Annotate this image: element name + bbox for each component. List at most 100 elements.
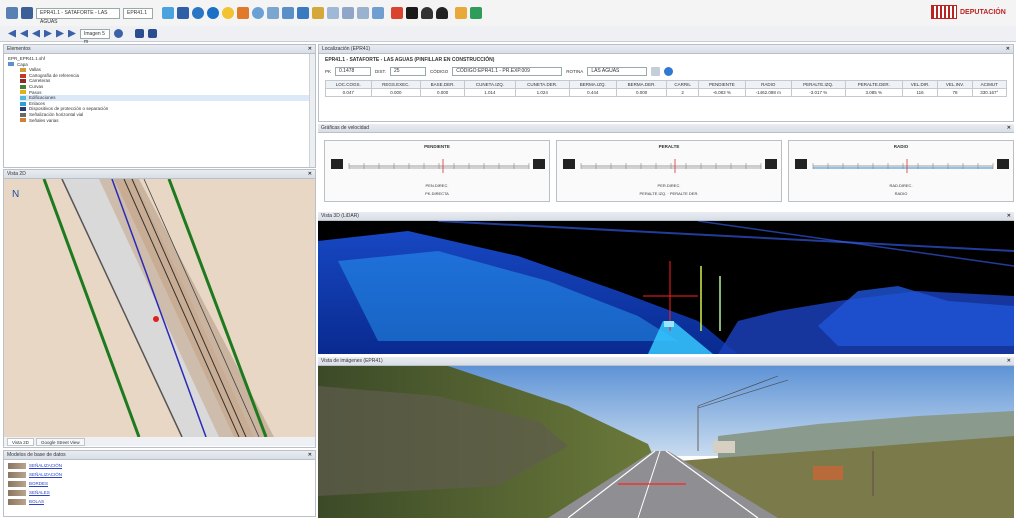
deputacion-logo: DEPUTACIÓN bbox=[931, 5, 1012, 19]
db-item-link[interactable]: SEÑALES bbox=[29, 490, 50, 495]
bulb-icon[interactable] bbox=[222, 7, 234, 19]
db-item-link[interactable]: SEÑALIZACIÓN bbox=[29, 472, 62, 477]
db-panel-header: Modelos de base de datos ✕ bbox=[4, 451, 315, 460]
layer-item[interactable]: Señales varias bbox=[20, 118, 311, 124]
search-icon[interactable] bbox=[651, 67, 661, 76]
table-view-icon[interactable] bbox=[135, 29, 144, 38]
close-icon[interactable]: ✕ bbox=[1007, 124, 1011, 133]
zoom-combo[interactable]: Imagen 5 m bbox=[80, 28, 110, 45]
pointer-icon[interactable] bbox=[267, 7, 279, 19]
house bbox=[813, 466, 843, 480]
location-panel-header: Localización (EPR41) ✕ bbox=[319, 45, 1013, 54]
map-panel-title: Vista 2D bbox=[7, 171, 26, 177]
street-photo[interactable] bbox=[318, 366, 1014, 518]
bag-icon[interactable] bbox=[391, 7, 403, 19]
close-icon[interactable]: ✕ bbox=[308, 45, 312, 54]
db-panel-title: Modelos de base de datos bbox=[7, 452, 66, 458]
graphs-panel-header: Gráficas de velocidad ✕ bbox=[318, 124, 1014, 133]
table-cell: -1462.088 m bbox=[744, 88, 792, 97]
db-item[interactable]: BOLAS bbox=[8, 497, 311, 506]
graph-footer: PER.DIREC. bbox=[657, 183, 681, 188]
dist-field[interactable]: 25 bbox=[390, 67, 427, 76]
line-icon[interactable] bbox=[312, 7, 324, 19]
pointcloud-panel-header: Vista 3D (LiDAR) ✕ bbox=[318, 212, 1014, 221]
logo-mark-icon bbox=[931, 5, 957, 19]
draw-icon[interactable] bbox=[342, 7, 354, 19]
map-canvas[interactable]: N bbox=[4, 179, 315, 437]
graph-canvas[interactable] bbox=[789, 149, 1015, 183]
user-icon[interactable] bbox=[436, 7, 448, 19]
folder-icon bbox=[8, 62, 14, 67]
close-icon[interactable]: ✕ bbox=[1006, 45, 1010, 54]
layers-scrollbar[interactable] bbox=[309, 54, 315, 167]
info-icon[interactable] bbox=[207, 7, 219, 19]
vehicle-marker[interactable] bbox=[153, 316, 159, 322]
select-icon[interactable] bbox=[282, 7, 294, 19]
person-icon[interactable] bbox=[421, 7, 433, 19]
close-icon[interactable]: ✕ bbox=[1007, 212, 1011, 221]
graph-panel: RADIO RAD.DIREC. RADIO bbox=[788, 140, 1014, 202]
right-marker-icon bbox=[997, 159, 1009, 169]
table-cell: 0.444 bbox=[568, 88, 617, 97]
db-item-link[interactable]: BORDES bbox=[29, 481, 48, 486]
table-header-cell: LOC.COGS. bbox=[325, 80, 372, 89]
last-icon[interactable] bbox=[68, 29, 76, 38]
layer-symbol-icon bbox=[20, 67, 26, 72]
route-icon[interactable] bbox=[406, 7, 418, 19]
prev-icon[interactable] bbox=[32, 29, 40, 38]
play-icon[interactable] bbox=[44, 29, 52, 38]
save-icon[interactable] bbox=[21, 7, 33, 19]
db-item-link[interactable]: SEÑALIZACIÓN bbox=[29, 463, 62, 468]
db-item-link[interactable]: BOLAS bbox=[29, 499, 44, 504]
search-icon[interactable] bbox=[114, 29, 123, 38]
layer-symbol-icon bbox=[20, 101, 26, 106]
pointcloud-panel-title: Vista 3D (LiDAR) bbox=[321, 213, 359, 219]
pointcloud-canvas[interactable] bbox=[318, 221, 1014, 354]
pk-field[interactable]: 0.1478 bbox=[335, 67, 372, 76]
help-icon[interactable] bbox=[664, 67, 674, 76]
grid-icon[interactable] bbox=[372, 7, 384, 19]
close-icon[interactable]: ✕ bbox=[1007, 357, 1011, 366]
close-icon[interactable]: ✕ bbox=[308, 451, 312, 460]
layer-symbol-icon bbox=[20, 118, 26, 123]
code-label: CÓDIGO bbox=[430, 69, 449, 74]
table-cell: 0.000 bbox=[615, 88, 668, 97]
db-item[interactable]: SEÑALIZACIÓN bbox=[8, 461, 311, 470]
db-item[interactable]: SEÑALIZACIÓN bbox=[8, 470, 311, 479]
polygon-icon[interactable] bbox=[357, 7, 369, 19]
grid-view-icon[interactable] bbox=[148, 29, 157, 38]
pin-icon[interactable] bbox=[237, 7, 249, 19]
db-item[interactable]: BORDES bbox=[8, 479, 311, 488]
mode-combo[interactable]: EPR41.1 bbox=[123, 7, 153, 19]
graph-panel: PERALTE PER.DIREC. PERALTE IZQ. · PERALTE … bbox=[556, 140, 782, 202]
layer-symbol-icon bbox=[20, 112, 26, 117]
first-icon[interactable] bbox=[8, 29, 16, 38]
graph-canvas[interactable] bbox=[557, 149, 783, 183]
table-cell: 1.024 bbox=[514, 88, 570, 97]
code-field[interactable]: CÓDIGO:EPR41.1 - PR.EXP.009 bbox=[452, 67, 563, 76]
edit-icon[interactable] bbox=[327, 7, 339, 19]
tab-map-2d[interactable]: Vista 2D bbox=[7, 437, 34, 446]
db-thumbnail-icon bbox=[8, 498, 26, 505]
table-header-cell: CUNETA.IZQ. bbox=[464, 80, 516, 89]
vehicle-position[interactable] bbox=[664, 321, 674, 327]
zoom-in-icon[interactable] bbox=[252, 7, 264, 19]
table-cell: 2 bbox=[666, 88, 699, 97]
settings-icon[interactable] bbox=[192, 7, 204, 19]
navigation-toolbar: Imagen 5 m bbox=[0, 26, 1016, 45]
location-fields: PK 0.1478 DIST. 25 CÓDIGO CÓDIGO:EPR41.1… bbox=[319, 66, 1013, 77]
route-field[interactable]: LAS AGUAS bbox=[587, 67, 648, 76]
road-combo[interactable]: EPR41.1 - SATAFORTE - LAS AGUAS bbox=[36, 7, 120, 25]
tab-street-view[interactable]: Google Street View bbox=[35, 437, 85, 446]
chart-icon[interactable] bbox=[455, 7, 467, 19]
table-icon[interactable] bbox=[177, 7, 189, 19]
next-icon[interactable] bbox=[56, 29, 64, 38]
db-item[interactable]: SEÑALES bbox=[8, 488, 311, 497]
close-icon[interactable]: ✕ bbox=[308, 170, 312, 179]
prev-fast-icon[interactable] bbox=[20, 29, 28, 38]
measure-icon[interactable] bbox=[297, 7, 309, 19]
export-icon[interactable] bbox=[470, 7, 482, 19]
layers-icon[interactable] bbox=[162, 7, 174, 19]
open-icon[interactable] bbox=[6, 7, 18, 19]
graph-canvas[interactable] bbox=[325, 149, 551, 183]
